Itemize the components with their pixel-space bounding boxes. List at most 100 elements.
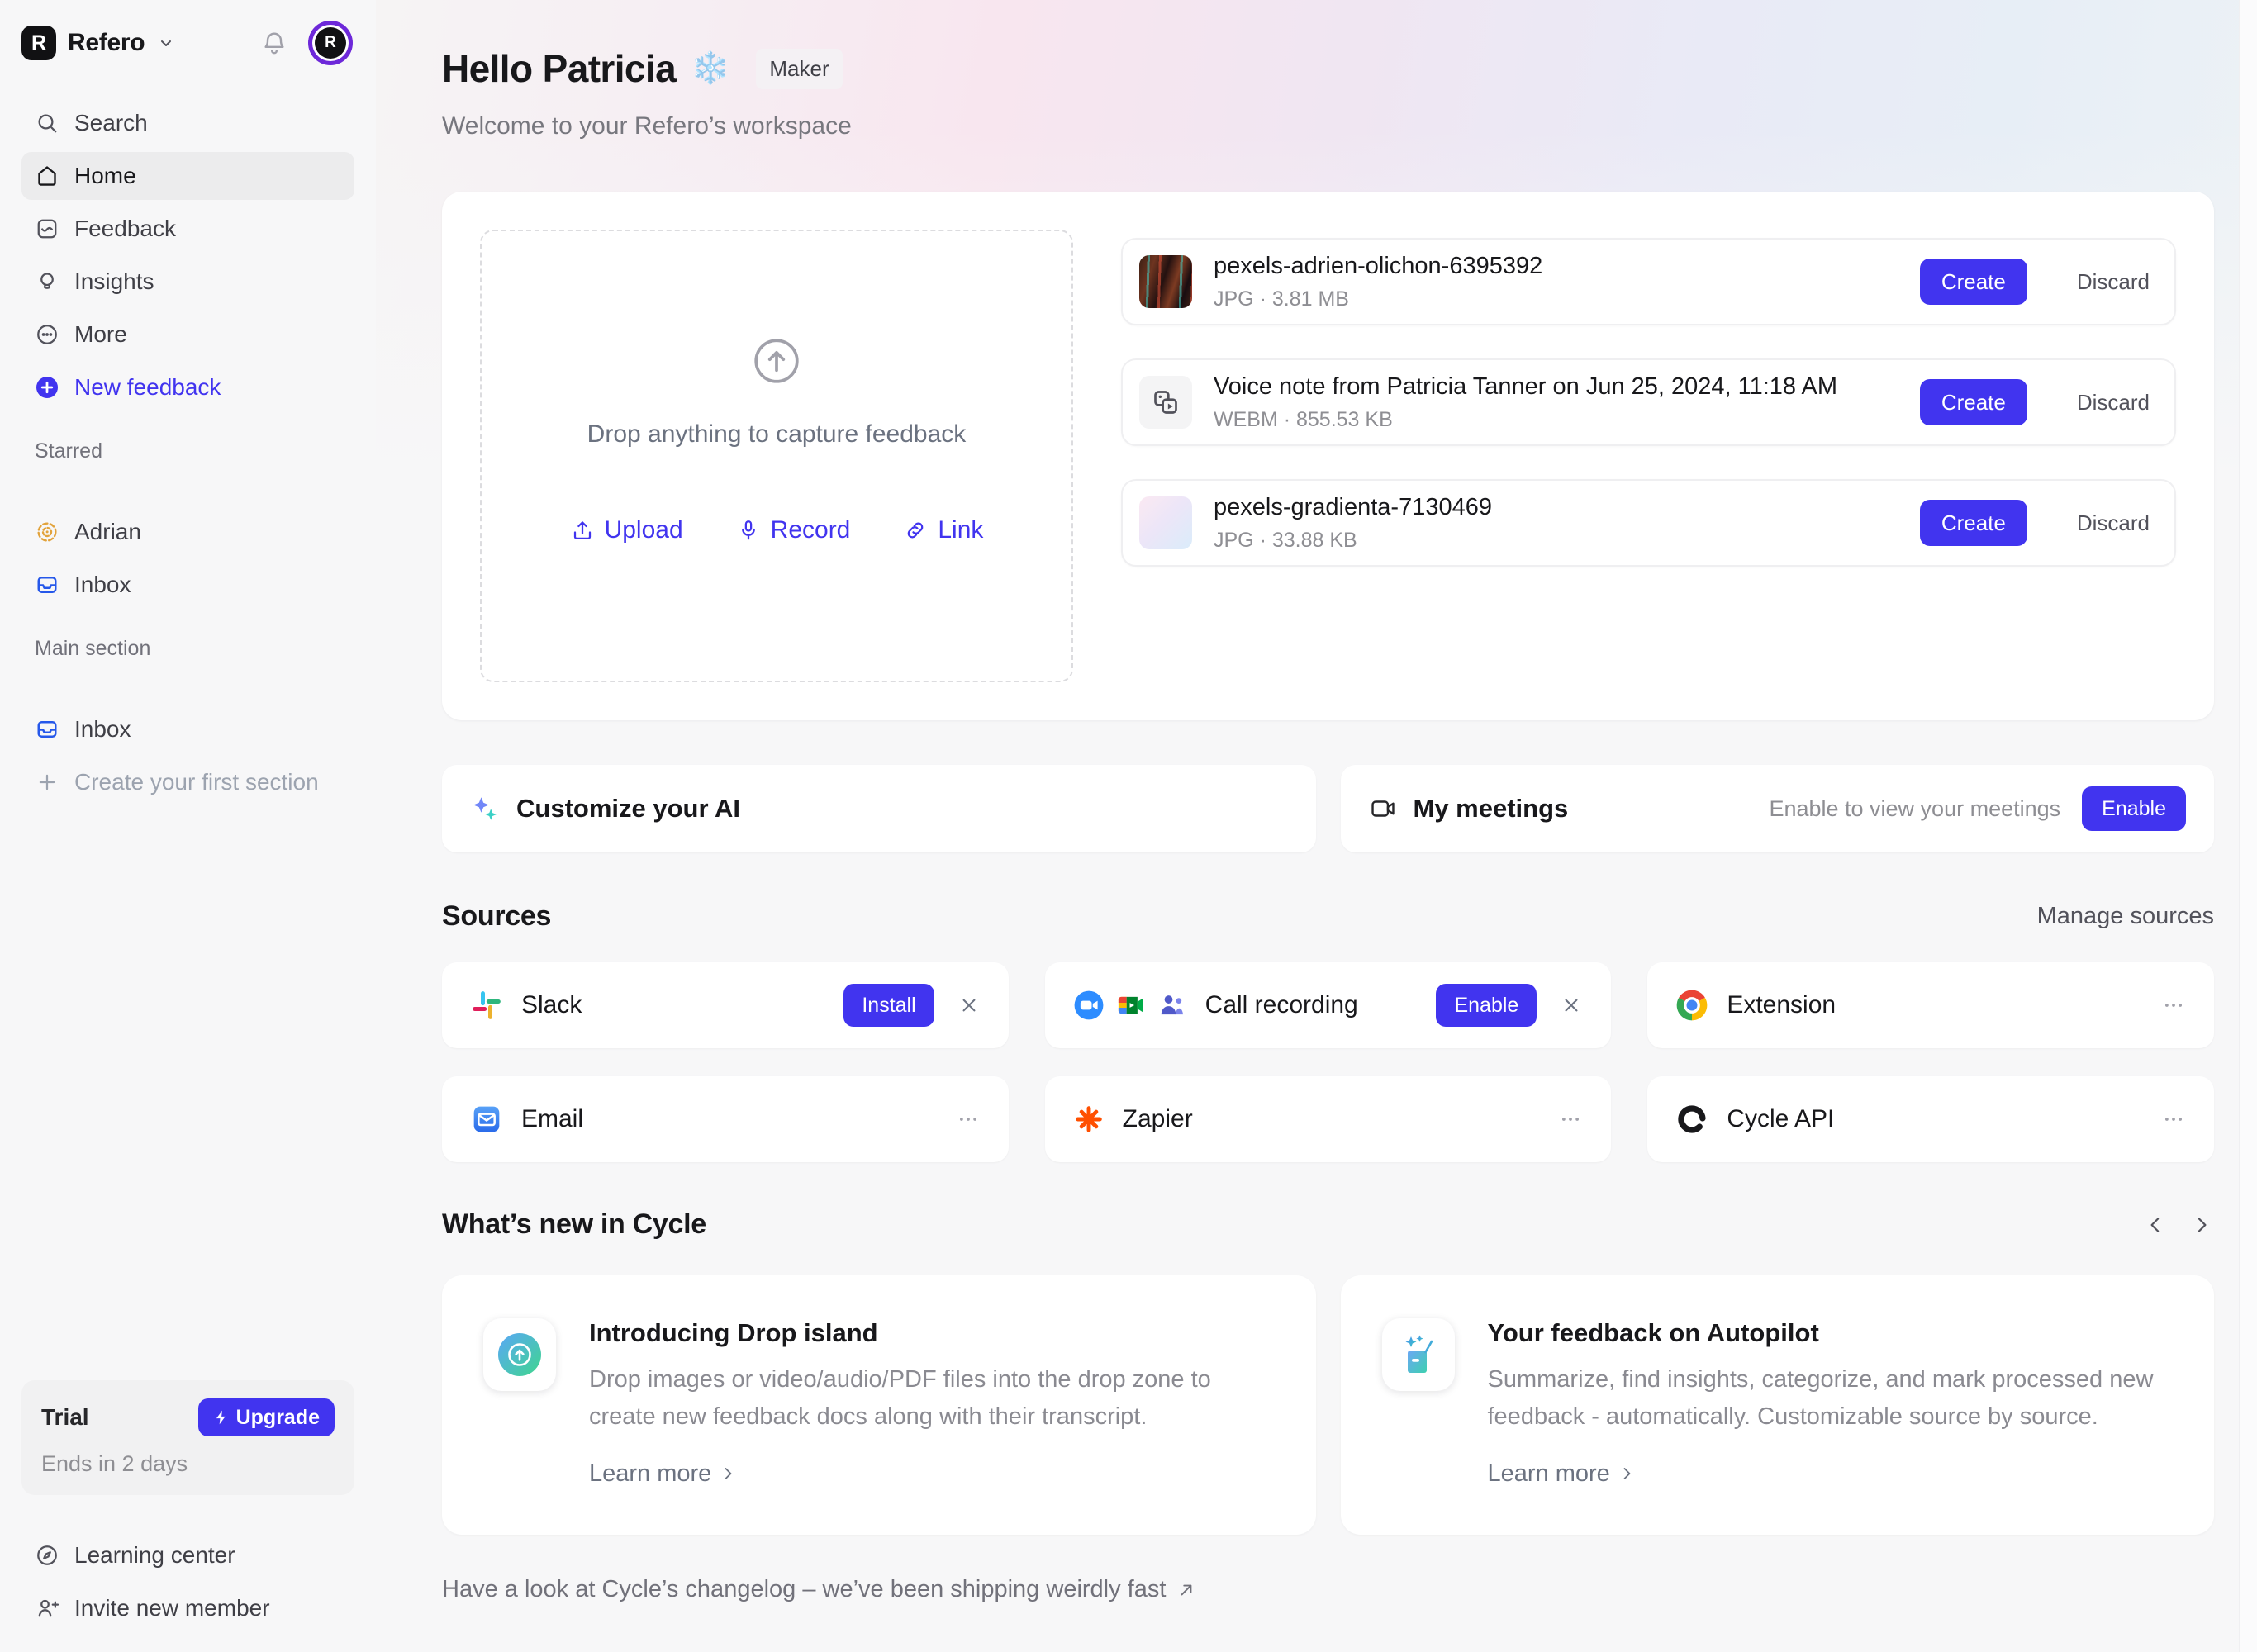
sidebar-item-inbox-main[interactable]: Inbox (21, 705, 354, 753)
changelog-text: Have a look at Cycle’s changelog – we’ve… (442, 1576, 1166, 1603)
sidebar-item-adrian[interactable]: Adrian (21, 508, 354, 556)
feedback-capture-card: Drop anything to capture feedback Upload… (442, 192, 2214, 720)
user-avatar[interactable]: R (315, 27, 346, 59)
sidebar-footer: Trial Upgrade Ends in 2 days Learning ce… (21, 1380, 354, 1632)
more-options-icon[interactable] (956, 1107, 981, 1132)
discard-button[interactable]: Discard (2077, 510, 2150, 536)
create-button[interactable]: Create (1920, 500, 2027, 546)
link-label: Link (938, 516, 983, 544)
customize-ai-card[interactable]: Customize your AI (442, 765, 1316, 852)
link-button[interactable]: Link (903, 516, 983, 544)
whats-new-card-body: Summarize, find insights, categorize, an… (1488, 1361, 2174, 1436)
enable-meetings-button[interactable]: Enable (2082, 786, 2186, 831)
insights-icon (35, 269, 59, 294)
main-section-label: Main section (35, 637, 354, 661)
more-icon (35, 322, 59, 347)
compass-icon (35, 1543, 59, 1568)
role-badge: Maker (756, 49, 842, 89)
source-name: Email (521, 1105, 583, 1133)
learn-more-link[interactable]: Learn more (589, 1460, 1275, 1488)
main-item-label: Inbox (74, 716, 131, 743)
changelog-link[interactable]: Have a look at Cycle’s changelog – we’ve… (442, 1576, 2214, 1603)
source-card-extension[interactable]: Extension (1647, 962, 2214, 1048)
sidebar-item-insights[interactable]: Insights (21, 258, 354, 306)
source-name: Call recording (1205, 991, 1358, 1019)
create-button[interactable]: Create (1920, 259, 2027, 305)
sidebar-item-label: More (74, 321, 127, 348)
sources-grid: Slack Install Call recording Enable (442, 962, 2214, 1162)
sidebar-item-more[interactable]: More (21, 311, 354, 358)
plus-circle-icon (35, 375, 59, 400)
upgrade-button[interactable]: Upgrade (198, 1398, 335, 1436)
source-card-email[interactable]: Email (442, 1076, 1009, 1162)
feedback-item[interactable]: pexels-gradienta-7130469 JPG · 33.88 KB … (1121, 479, 2176, 567)
dropzone[interactable]: Drop anything to capture feedback Upload… (480, 230, 1073, 682)
meetings-hint: Enable to view your meetings (1769, 796, 2060, 822)
carousel-prev-button[interactable] (2143, 1213, 2168, 1237)
media-thumbnail (1139, 376, 1192, 429)
invite-member-link[interactable]: Invite new member (21, 1584, 354, 1632)
scrollbar-track[interactable] (2239, 0, 2257, 1652)
source-name: Extension (1727, 991, 1836, 1019)
trial-card: Trial Upgrade Ends in 2 days (21, 1380, 354, 1495)
slack-icon (470, 989, 503, 1022)
dropzone-text: Drop anything to capture feedback (587, 420, 967, 449)
source-name: Slack (521, 991, 582, 1019)
snowflake-emoji: ❄️ (691, 50, 729, 87)
record-button[interactable]: Record (736, 516, 851, 544)
sidebar-item-label: Insights (74, 268, 154, 295)
source-card-call-recording[interactable]: Call recording Enable (1045, 962, 1612, 1048)
email-icon (470, 1103, 503, 1136)
zoom-icon (1073, 990, 1105, 1021)
workspace-switcher[interactable]: R Refero (21, 26, 176, 60)
feedback-icon (35, 216, 59, 241)
person-plus-icon (35, 1596, 59, 1621)
enable-call-recording-button[interactable]: Enable (1436, 984, 1537, 1027)
create-button[interactable]: Create (1920, 379, 2027, 425)
whats-new-card-title: Introducing Drop island (589, 1318, 1275, 1348)
sparkles-icon (470, 794, 500, 824)
sidebar-item-search[interactable]: Search (21, 99, 354, 147)
starred-item-label: Adrian (74, 519, 141, 545)
sidebar-item-label: Search (74, 110, 148, 136)
install-slack-button[interactable]: Install (843, 984, 934, 1027)
create-section-label: Create your first section (74, 769, 319, 795)
discard-button[interactable]: Discard (2077, 269, 2150, 295)
more-options-icon[interactable] (2161, 1107, 2186, 1132)
discard-button[interactable]: Discard (2077, 390, 2150, 415)
sidebar-item-home[interactable]: Home (21, 152, 354, 200)
source-card-slack[interactable]: Slack Install (442, 962, 1009, 1048)
plus-icon (35, 770, 59, 795)
new-feedback-button[interactable]: New feedback (21, 363, 354, 411)
close-icon[interactable] (957, 994, 981, 1017)
chrome-icon (1675, 989, 1708, 1022)
adrian-doodle-icon (35, 520, 59, 544)
upload-label: Upload (605, 516, 683, 544)
manage-sources-link[interactable]: Manage sources (2037, 903, 2214, 930)
source-card-zapier[interactable]: Zapier (1045, 1076, 1612, 1162)
my-meetings-title: My meetings (1414, 794, 1569, 824)
sidebar-item-feedback[interactable]: Feedback (21, 205, 354, 253)
sidebar-item-inbox-starred[interactable]: Inbox (21, 561, 354, 609)
carousel-next-button[interactable] (2189, 1213, 2214, 1237)
lightning-icon (213, 1409, 230, 1426)
more-options-icon[interactable] (1558, 1107, 1583, 1132)
more-options-icon[interactable] (2161, 993, 2186, 1018)
page-header: Hello Patricia ❄️ Maker (442, 46, 2214, 91)
feedback-item[interactable]: pexels-adrien-olichon-6395392 JPG · 3.81… (1121, 238, 2176, 325)
create-section-button[interactable]: Create your first section (21, 758, 354, 806)
sidebar-item-label: Feedback (74, 216, 176, 242)
upload-button[interactable]: Upload (570, 516, 683, 544)
source-name: Cycle API (1727, 1105, 1834, 1133)
feedback-item[interactable]: Voice note from Patricia Tanner on Jun 2… (1121, 358, 2176, 446)
notifications-button[interactable] (260, 29, 288, 57)
zapier-icon (1073, 1104, 1105, 1135)
source-card-cycle-api[interactable]: Cycle API (1647, 1076, 2214, 1162)
learning-center-link[interactable]: Learning center (21, 1531, 354, 1579)
workspace-logo: R (21, 26, 56, 60)
feedback-item-meta: JPG · 3.81 MB (1214, 287, 1898, 311)
learn-more-link[interactable]: Learn more (1488, 1460, 2174, 1488)
customize-ai-title: Customize your AI (516, 794, 740, 824)
close-icon[interactable] (1560, 994, 1583, 1017)
trial-ends-text: Ends in 2 days (41, 1451, 335, 1477)
